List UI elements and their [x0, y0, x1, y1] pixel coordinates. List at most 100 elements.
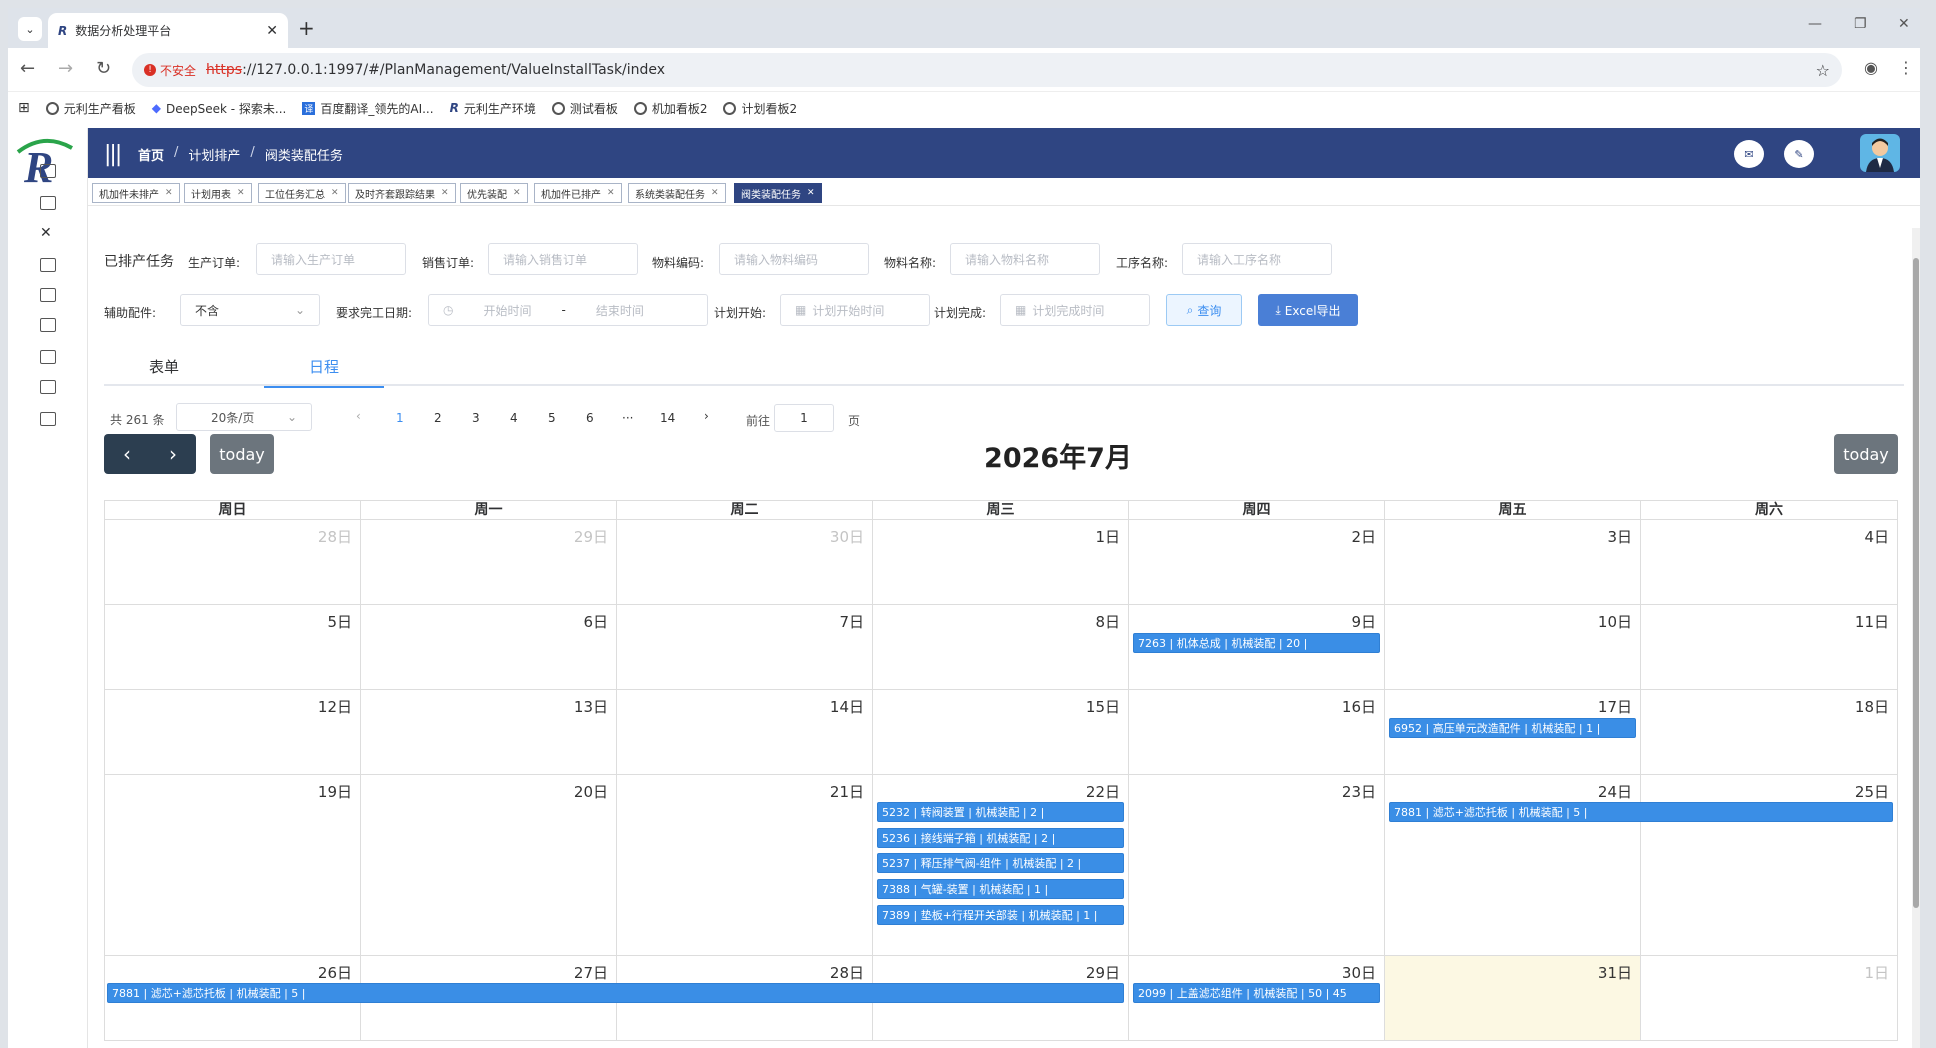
reload-icon[interactable]: ↻	[96, 58, 111, 79]
day-cell[interactable]: 19日	[104, 774, 361, 956]
day-cell[interactable]: 29日	[360, 519, 617, 605]
excel-export-button[interactable]: ⤓ Excel导出	[1258, 294, 1358, 326]
day-cell[interactable]: 3日	[1384, 519, 1641, 605]
edit-icon[interactable]: ✎	[1784, 140, 1814, 168]
plan-start-input[interactable]: ▦ 计划开始时间	[780, 294, 930, 326]
tag-item[interactable]: 机加件已排产 ✕	[534, 183, 622, 203]
day-cell[interactable]: 21日	[616, 774, 873, 956]
close-icon[interactable]: ✕	[441, 188, 449, 198]
close-icon[interactable]: ✕	[331, 188, 339, 198]
day-cell[interactable]: 13日	[360, 689, 617, 775]
prev-page-icon[interactable]: ‹	[356, 409, 361, 423]
page-item[interactable]: 6	[586, 411, 594, 425]
file-icon[interactable]	[40, 350, 56, 364]
day-cell[interactable]: 15日	[872, 689, 1129, 775]
close-icon[interactable]: ✕	[607, 188, 615, 198]
close-icon[interactable]: ✕	[237, 188, 245, 198]
close-icon[interactable]: ✕	[165, 188, 173, 198]
material-name-input[interactable]: 请输入物料名称	[950, 243, 1100, 275]
page-item[interactable]: 14	[660, 411, 675, 425]
day-cell[interactable]: 5日	[104, 604, 361, 690]
bookmark-item[interactable]: 测试看板	[551, 100, 618, 117]
tab-schedule[interactable]: 日程	[264, 356, 384, 388]
day-cell[interactable]: 30日	[616, 519, 873, 605]
bookmark-item[interactable]: 译百度翻译_领先的AI...	[302, 100, 434, 117]
calendar-event[interactable]: 2099 | 上盖滤芯组件 | 机械装配 | 50 | 45	[1133, 983, 1380, 1003]
due-date-range[interactable]: ◷ 开始时间 - 结束时间	[428, 294, 708, 326]
bookmark-item[interactable]: ◆ DeepSeek - 探索未...	[152, 100, 287, 117]
forward-icon[interactable]: →	[58, 58, 73, 79]
day-cell[interactable]: 10日	[1384, 604, 1641, 690]
menu-toggle-icon[interactable]: |||	[104, 142, 122, 167]
menu-kebab-icon[interactable]: ⋮	[1898, 58, 1914, 77]
page-item[interactable]: 4	[510, 411, 518, 425]
day-cell[interactable]: 1日	[1640, 955, 1898, 1041]
day-cell[interactable]: 6日	[360, 604, 617, 690]
close-icon[interactable]: ✕	[513, 188, 521, 198]
tag-item-active[interactable]: 阀类装配任务 ✕	[734, 183, 822, 203]
process-name-input[interactable]: 请输入工序名称	[1182, 243, 1332, 275]
tag-item[interactable]: 系统类装配任务 ✕	[628, 183, 726, 203]
material-code-input[interactable]: 请输入物料编码	[719, 243, 869, 275]
day-cell[interactable]: 28日	[104, 519, 361, 605]
today-button-left[interactable]: today	[210, 434, 274, 474]
page-item[interactable]: 3	[472, 411, 480, 425]
calendar-event[interactable]: 7881 | 滤芯+滤芯托板 | 机械装配 | 5 |	[107, 983, 1124, 1003]
document-search-icon[interactable]	[40, 196, 56, 210]
new-tab-icon[interactable]: +	[298, 16, 315, 40]
tag-item[interactable]: 计划用表 ✕	[184, 183, 252, 203]
calendar-event[interactable]: 5237 | 释压排气阀-组件 | 机械装配 | 2 |	[877, 853, 1124, 873]
bookmark-star-icon[interactable]: ☆	[1816, 61, 1830, 80]
sales-order-input[interactable]: 请输入销售订单	[488, 243, 638, 275]
calendar-event[interactable]: 7263 | 机体总成 | 机械装配 | 20 |	[1133, 633, 1380, 653]
printer-icon[interactable]	[40, 318, 56, 332]
tag-item[interactable]: 优先装配 ✕	[460, 183, 528, 203]
close-icon[interactable]: ✕	[807, 188, 815, 198]
calendar-next-icon[interactable]: ›	[150, 434, 196, 474]
next-page-icon[interactable]: ›	[704, 409, 709, 423]
back-icon[interactable]: ←	[20, 58, 35, 79]
bookmark-item[interactable]: 元利生产看板	[45, 100, 136, 117]
calendar-event[interactable]: 7881 | 滤芯+滤芯托板 | 机械装配 | 5 |	[1389, 802, 1893, 822]
day-cell[interactable]: 23日	[1128, 774, 1385, 956]
day-cell[interactable]: 7日	[616, 604, 873, 690]
insecure-badge[interactable]: ! 不安全	[144, 62, 196, 79]
today-button-right[interactable]: today	[1834, 434, 1898, 474]
profile-icon[interactable]: ◉	[1864, 58, 1878, 77]
scrollbar-thumb[interactable]	[1913, 258, 1919, 908]
tools-icon[interactable]: ✕	[40, 226, 56, 240]
breadcrumb-home[interactable]: 首页	[138, 145, 164, 164]
mail-icon[interactable]: ✉	[1734, 140, 1764, 168]
monitor-icon[interactable]	[40, 164, 56, 178]
breadcrumb-plan[interactable]: 计划排产	[188, 145, 240, 164]
day-cell[interactable]: 1日	[872, 519, 1129, 605]
screen-icon[interactable]	[40, 380, 56, 394]
stamp-icon[interactable]	[40, 288, 56, 302]
calendar-event[interactable]: 5232 | 转阀装置 | 机械装配 | 2 |	[877, 802, 1124, 822]
day-cell[interactable]: 16日	[1128, 689, 1385, 775]
calendar-event[interactable]: 7388 | 气罐-装置 | 机械装配 | 1 |	[877, 879, 1124, 899]
calendar-event[interactable]: 7389 | 垫板+行程开关部装 | 机械装配 | 1 |	[877, 905, 1124, 925]
tab-form[interactable]: 表单	[104, 356, 224, 386]
calendar-event[interactable]: 5236 | 接线端子箱 | 机械装配 | 2 |	[877, 828, 1124, 848]
apps-grid-icon[interactable]: ⊞	[18, 100, 30, 116]
close-tab-icon[interactable]: ✕	[266, 23, 278, 39]
day-cell[interactable]: 4日	[1640, 519, 1898, 605]
day-cell[interactable]: 20日	[360, 774, 617, 956]
plan-end-input[interactable]: ▦ 计划完成时间	[1000, 294, 1150, 326]
page-size-select[interactable]: 20条/页 ⌄	[176, 403, 312, 431]
bookmark-item[interactable]: R 元利生产环境	[450, 100, 536, 117]
goto-page-input[interactable]: 1	[774, 404, 834, 432]
day-cell[interactable]: 12日	[104, 689, 361, 775]
close-window-icon[interactable]: ✕	[1898, 16, 1910, 32]
page-item[interactable]: 5	[548, 411, 556, 425]
calendar-prev-icon[interactable]: ‹	[104, 434, 150, 474]
bookmark-item[interactable]: 计划看板2	[723, 100, 797, 117]
avatar[interactable]	[1860, 134, 1900, 172]
vertical-scrollbar[interactable]	[1912, 228, 1920, 1048]
page-item[interactable]: 2	[434, 411, 442, 425]
list-icon[interactable]	[40, 258, 56, 272]
url-field[interactable]: ! 不安全 https://127.0.0.1:1997/#/PlanManage…	[132, 53, 1842, 87]
page-more-icon[interactable]: ···	[622, 411, 633, 425]
page-item[interactable]: 1	[396, 411, 404, 425]
